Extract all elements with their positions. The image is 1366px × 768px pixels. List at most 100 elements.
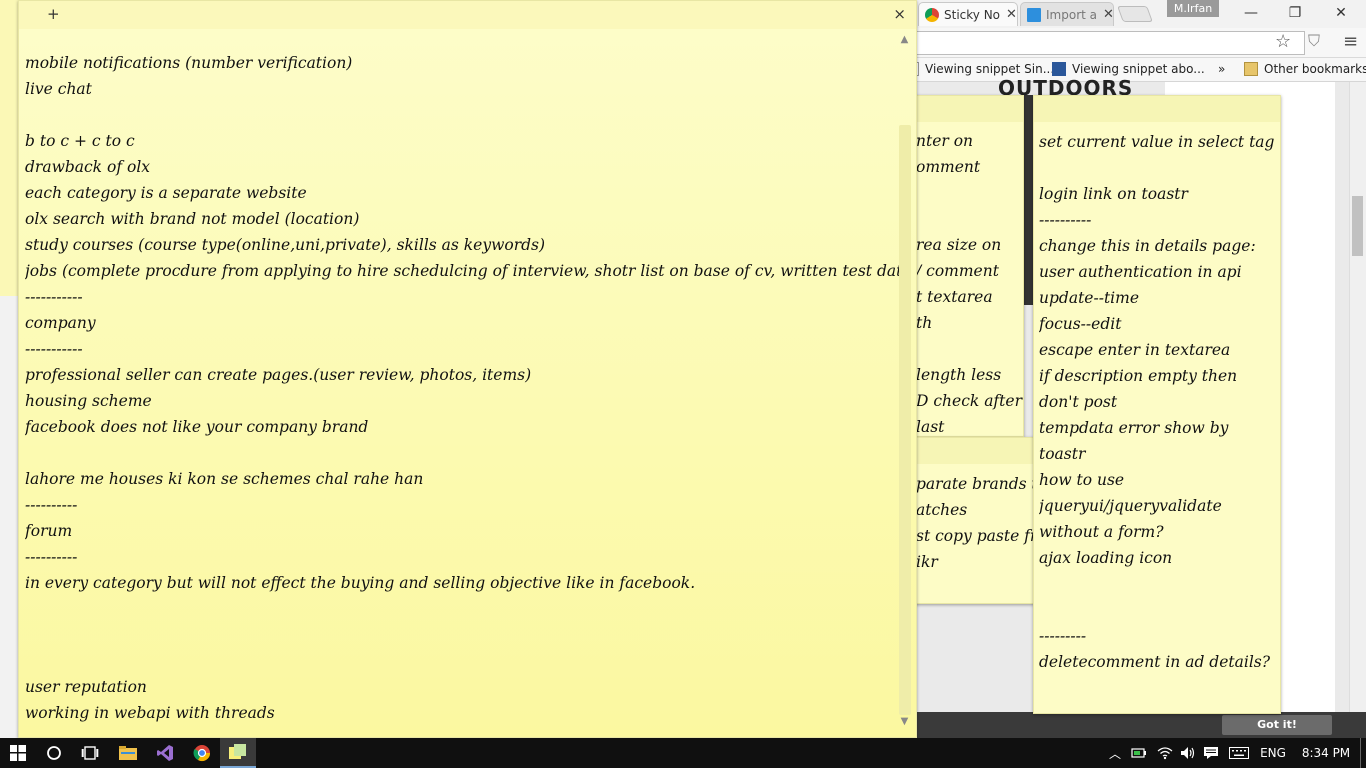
note-line [25, 440, 899, 466]
note-line [916, 206, 1023, 232]
show-desktop-button[interactable] [1360, 738, 1366, 768]
bookmarks-overflow-button[interactable]: » [1218, 62, 1225, 76]
sticky-note-main[interactable]: + × mobile notifications (number verific… [18, 0, 917, 738]
note-line: ---------- [25, 548, 78, 566]
keyboard-icon[interactable] [1226, 738, 1252, 768]
tab-label: Sticky No [944, 7, 1001, 22]
note-text[interactable]: set current value in select tag login lin… [1039, 129, 1279, 675]
add-note-button[interactable]: + [47, 5, 60, 23]
note-line: working in webapi with threads [25, 704, 275, 722]
clock[interactable]: 8:34 PM [1298, 738, 1354, 768]
file-explorer-button[interactable] [110, 738, 146, 768]
note-scroll-thumb[interactable] [899, 125, 911, 715]
note-line: D check after [916, 392, 1022, 410]
bookmark-label: Viewing snippet Sin... [925, 62, 1055, 76]
note-line: each category is a separate website [25, 184, 307, 202]
note-line: escape enter in textarea [1039, 341, 1231, 359]
close-tab-icon[interactable]: ✕ [1097, 7, 1113, 22]
scroll-down-icon[interactable]: ▼ [897, 715, 912, 729]
close-tab-icon[interactable]: ✕ [1000, 7, 1017, 22]
note-line [916, 336, 1023, 362]
got-it-button[interactable]: Got it! [1222, 715, 1332, 735]
new-tab-button[interactable] [1117, 6, 1153, 22]
shield-icon[interactable]: ⛉ [1308, 31, 1320, 51]
note-line: login link on toastr [1039, 185, 1188, 203]
note-line: how to use [1039, 471, 1125, 489]
other-bookmarks[interactable]: Other bookmarks [1244, 62, 1366, 76]
note-line [25, 648, 899, 674]
note-header[interactable] [906, 96, 1023, 122]
show-hidden-icons-button[interactable]: ︿ [1106, 738, 1124, 768]
wifi-icon[interactable] [1154, 738, 1176, 768]
action-center-icon[interactable] [1200, 738, 1222, 768]
note-line: company [25, 314, 96, 332]
sticky-note-middle-lower[interactable]: parate brands t atches st copy paste fr ikr [905, 437, 1035, 604]
tab-sticky-notes[interactable]: Sticky No ✕ [918, 2, 1018, 26]
chrome-icon [925, 7, 939, 22]
note-line: / comment [916, 262, 999, 280]
note-line: don't post [1039, 393, 1118, 411]
note-text[interactable]: mobile notifications (number verificatio… [25, 50, 899, 726]
note-header[interactable] [906, 438, 1034, 464]
note-line [25, 596, 899, 622]
close-window-button[interactable]: ✕ [1318, 0, 1364, 26]
start-button[interactable] [0, 738, 36, 768]
menu-icon[interactable]: ≡ [1343, 31, 1358, 52]
note-line: without a form? [1039, 523, 1164, 541]
sticky-note-middle[interactable]: nter on omment rea size on / comment t texta… [905, 95, 1024, 437]
cortana-button[interactable] [36, 738, 72, 768]
bookmark-item[interactable]: Viewing snippet abo... [1052, 62, 1205, 76]
delete-note-button[interactable]: × [893, 5, 906, 23]
scroll-up-icon[interactable]: ▲ [897, 33, 912, 47]
note-line: deletecomment in ad details? [1039, 653, 1271, 671]
note-line: atches [916, 501, 968, 519]
minimize-button[interactable]: — [1228, 0, 1274, 26]
note-line: parate brands t [916, 475, 1035, 493]
note-line: omment [916, 158, 981, 176]
note-line: facebook does not like your company bran… [25, 418, 369, 436]
address-bar[interactable] [905, 31, 1305, 55]
task-view-button[interactable] [72, 738, 108, 768]
sticky-note-behind[interactable] [0, 0, 18, 296]
bookmark-label: Other bookmarks [1264, 62, 1366, 76]
folder-icon [1244, 62, 1258, 76]
note-header[interactable]: + × [19, 1, 916, 29]
chrome-button[interactable] [184, 738, 220, 768]
note-text[interactable]: nter on omment rea size on / comment t texta… [916, 128, 1023, 436]
note-line: th [916, 314, 933, 332]
language-indicator[interactable]: ENG [1256, 738, 1290, 768]
bookmark-label: » [1218, 62, 1226, 76]
note-line: mobile notifications (number verificatio… [25, 54, 353, 72]
sticky-notes-button[interactable] [220, 738, 256, 768]
note-line: lahore me houses ki kon se schemes chal … [25, 470, 424, 488]
bookmark-item[interactable]: Viewing snippet Sin... [905, 62, 1054, 76]
note-line: ---------- [25, 496, 78, 514]
taskbar: ︿ ENG 8:34 PM [0, 738, 1366, 768]
bookmark-star-icon[interactable]: ☆ [1275, 31, 1291, 52]
restore-button[interactable]: ❐ [1272, 0, 1318, 26]
note-line: live chat [25, 80, 92, 98]
note-line [1039, 597, 1279, 623]
note-text[interactable]: parate brands t atches st copy paste fr ikr [916, 471, 1035, 575]
note-line: length less [916, 366, 1002, 384]
note-line [1039, 571, 1279, 597]
note-line: last [916, 418, 945, 436]
note-header[interactable] [1034, 96, 1280, 122]
page-scrollbar[interactable] [1349, 82, 1366, 712]
note-scrollbar[interactable]: ▲ ▼ [897, 33, 912, 729]
note-line: ---------- [1039, 211, 1092, 229]
volume-icon[interactable] [1178, 738, 1198, 768]
note-line [25, 622, 899, 648]
visual-studio-button[interactable] [147, 738, 183, 768]
note-line: ikr [916, 553, 938, 571]
note-line [25, 102, 899, 128]
note-line: jobs (complete procdure from applying to… [25, 262, 899, 280]
page-scroll-thumb[interactable] [1352, 196, 1363, 256]
note-line: jqueryui/jqueryvalidate [1039, 497, 1222, 515]
sticky-note-right[interactable]: set current value in select tag login lin… [1033, 95, 1281, 714]
battery-icon[interactable] [1128, 738, 1150, 768]
blogger-icon [1052, 62, 1066, 76]
note-line: if description empty then [1039, 367, 1238, 385]
tab-import[interactable]: Import a ✕ [1020, 2, 1114, 26]
profile-button[interactable]: M.Irfan [1167, 0, 1219, 17]
